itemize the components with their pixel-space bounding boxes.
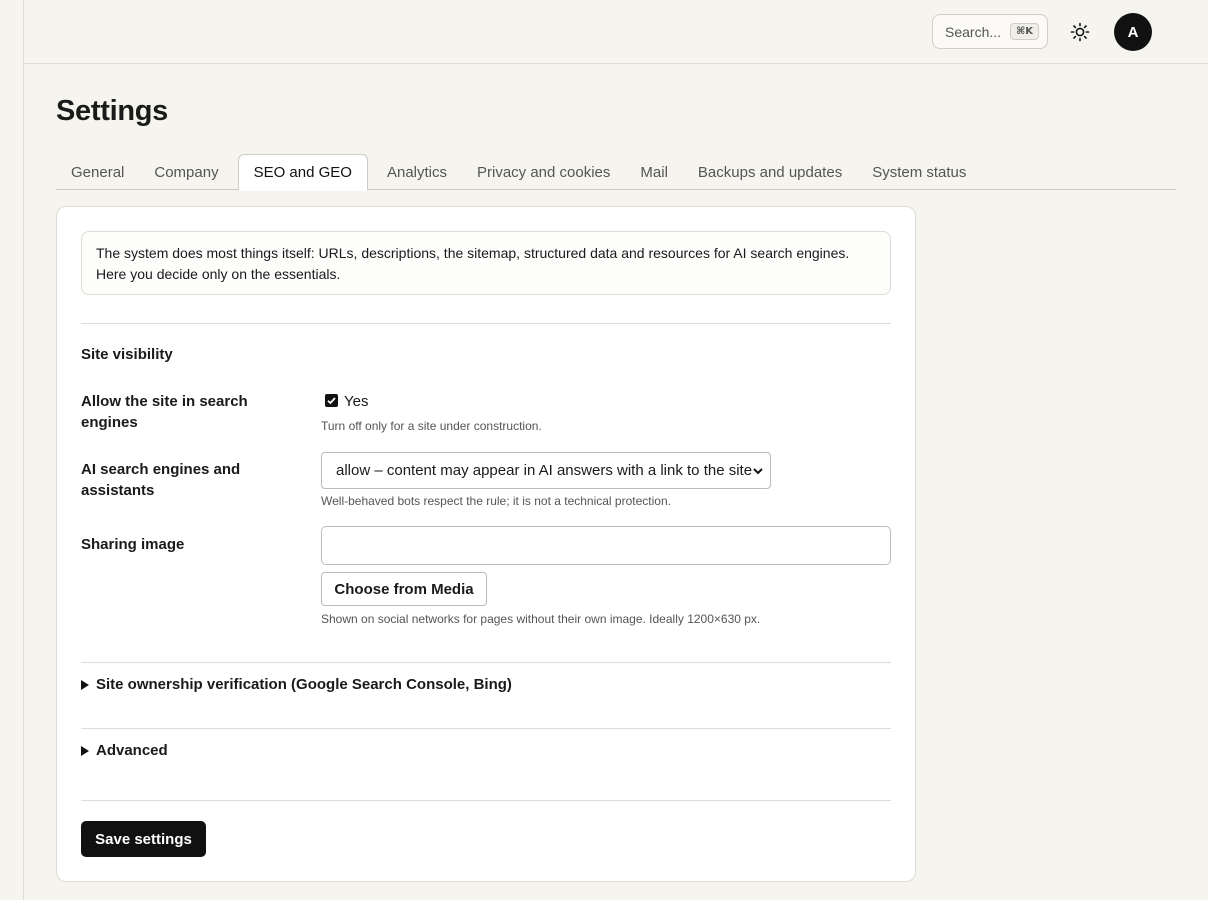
intro-note: The system does most things itself: URLs… — [81, 231, 891, 295]
sharing-image-label: Sharing image — [81, 536, 185, 553]
checkmark-icon — [327, 397, 336, 405]
avatar[interactable]: A — [1114, 13, 1152, 51]
section-title-site-visibility: Site visibility — [81, 346, 173, 363]
verification-disclosure[interactable]: Site ownership verification (Google Sear… — [81, 676, 512, 693]
divider — [81, 728, 891, 729]
divider — [81, 800, 891, 801]
sun-icon — [1070, 22, 1090, 42]
triangle-right-icon — [81, 745, 89, 756]
search-engines-checkbox[interactable] — [325, 394, 338, 407]
tab-analytics[interactable]: Analytics — [372, 154, 462, 190]
choose-from-media-button[interactable]: Choose from Media — [321, 572, 487, 606]
triangle-right-icon — [81, 679, 89, 690]
divider — [81, 323, 891, 324]
theme-toggle-button[interactable] — [1068, 20, 1092, 44]
divider — [81, 662, 891, 663]
search-label: Search... — [945, 23, 1002, 40]
sharing-image-help: Shown on social networks for pages witho… — [321, 612, 761, 626]
tab-company[interactable]: Company — [139, 154, 233, 190]
tab-backups-and-updates[interactable]: Backups and updates — [683, 154, 857, 190]
advanced-disclosure[interactable]: Advanced — [81, 742, 168, 759]
tab-mail[interactable]: Mail — [625, 154, 683, 190]
search-engines-help: Turn off only for a site under construct… — [321, 419, 542, 433]
search-button[interactable]: Search... ⌘K — [932, 14, 1048, 49]
verification-summary: Site ownership verification (Google Sear… — [96, 676, 512, 693]
sharing-image-input[interactable] — [321, 526, 891, 565]
chevron-down-icon — [753, 468, 763, 475]
tab-general[interactable]: General — [56, 154, 139, 190]
search-shortcut-badge: ⌘K — [1009, 23, 1039, 40]
settings-card: The system does most things itself: URLs… — [56, 206, 916, 882]
settings-tabs: General Company SEO and GEO Analytics Pr… — [56, 154, 1176, 191]
ai-engines-label: AI search engines and assistants — [81, 461, 241, 499]
sidebar-strip — [0, 0, 24, 900]
tab-seo-and-geo[interactable]: SEO and GEO — [237, 154, 368, 191]
ai-engines-help: Well-behaved bots respect the rule; it i… — [321, 494, 671, 508]
tab-privacy-and-cookies[interactable]: Privacy and cookies — [462, 154, 625, 190]
tab-system-status[interactable]: System status — [857, 154, 981, 190]
save-settings-button[interactable]: Save settings — [81, 821, 206, 857]
ai-engines-selected-value: allow – content may appear in AI answers… — [336, 462, 753, 479]
search-engines-yes-label[interactable]: Yes — [344, 393, 368, 410]
ai-engines-select[interactable]: allow – content may appear in AI answers… — [321, 452, 771, 489]
search-engines-label: Allow the site in search engines — [81, 393, 248, 431]
page-title: Settings — [56, 95, 168, 127]
advanced-summary: Advanced — [96, 742, 168, 759]
